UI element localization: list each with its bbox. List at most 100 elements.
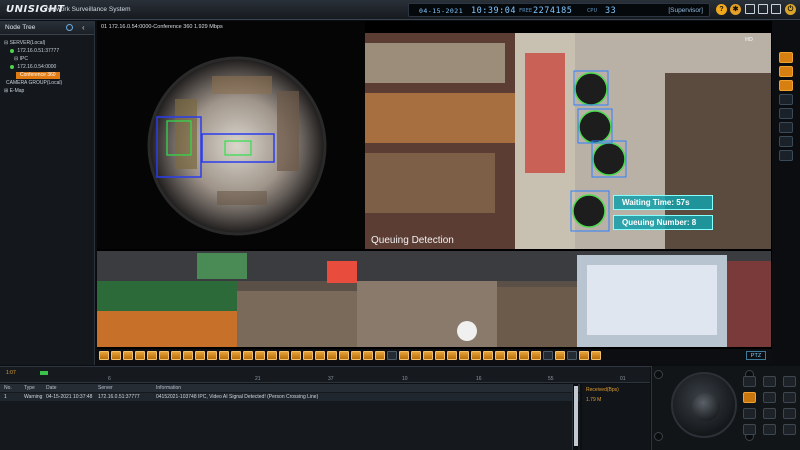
col-information[interactable]: Information xyxy=(156,385,181,391)
pb-button[interactable] xyxy=(435,351,445,360)
ptz-focus-far-button[interactable] xyxy=(763,392,776,403)
tool-button-5[interactable] xyxy=(779,108,793,119)
pb-button[interactable] xyxy=(579,351,589,360)
ptz-iris-close-button[interactable] xyxy=(763,408,776,419)
col-date[interactable]: Date xyxy=(46,385,57,391)
tree-item-conference-360[interactable]: Conference 360 xyxy=(16,72,60,79)
tree-item-camera-ip[interactable]: 172.16.0.54:0000 xyxy=(10,64,56,71)
log-scrollbar[interactable] xyxy=(572,384,578,450)
pb-button[interactable] xyxy=(447,351,457,360)
pb-button[interactable] xyxy=(423,351,433,360)
joystick-corner-button[interactable] xyxy=(654,432,663,441)
minus-icon[interactable]: ⊟ xyxy=(4,40,8,46)
pb-button[interactable] xyxy=(327,351,337,360)
tool-button-6[interactable] xyxy=(779,122,793,133)
pb-button[interactable] xyxy=(507,351,517,360)
pb-button[interactable] xyxy=(207,351,217,360)
pb-button[interactable] xyxy=(123,351,133,360)
ptz-focus-near-button[interactable] xyxy=(743,392,756,403)
pb-button[interactable] xyxy=(411,351,421,360)
pb-button[interactable] xyxy=(495,351,505,360)
tool-button-8[interactable] xyxy=(779,150,793,161)
video-tile-panorama[interactable] xyxy=(97,251,771,347)
pb-button[interactable] xyxy=(519,351,529,360)
node-tree-header: Node Tree ‹ xyxy=(0,21,94,35)
window-icon[interactable] xyxy=(771,4,781,14)
pb-button[interactable] xyxy=(231,351,241,360)
timeline[interactable]: 1:07 6 21 37 10 16 55 01 xyxy=(0,367,650,383)
help-icon[interactable]: ? xyxy=(716,4,727,15)
col-server[interactable]: Server xyxy=(98,385,113,391)
ptz-light-button[interactable] xyxy=(763,424,776,435)
minus-icon[interactable]: ⊟ xyxy=(14,56,18,62)
ptz-iris-open-button[interactable] xyxy=(743,408,756,419)
pb-button[interactable] xyxy=(375,351,385,360)
scrollbar-thumb[interactable] xyxy=(574,386,578,446)
pb-button[interactable] xyxy=(591,351,601,360)
pb-button[interactable] xyxy=(183,351,193,360)
chevron-left-icon[interactable]: ‹ xyxy=(82,23,85,32)
col-no[interactable]: No. xyxy=(4,385,12,391)
pb-button[interactable] xyxy=(531,351,541,360)
pb-button[interactable] xyxy=(135,351,145,360)
ptz-wiper-button[interactable] xyxy=(783,424,796,435)
tree-item-emap[interactable]: ⊞ E-Map xyxy=(4,88,24,95)
pb-button[interactable] xyxy=(267,351,277,360)
pb-button[interactable] xyxy=(399,351,409,360)
ptz-pattern-button[interactable] xyxy=(783,408,796,419)
pb-button[interactable] xyxy=(351,351,361,360)
ptz-aux-button[interactable] xyxy=(743,424,756,435)
pb-button[interactable] xyxy=(147,351,157,360)
pb-button[interactable] xyxy=(315,351,325,360)
gear-icon[interactable]: ✱ xyxy=(730,4,741,15)
pb-button[interactable] xyxy=(567,351,577,360)
video-tile-queuing[interactable]: HD Waiting Time: 57s Queuing Number: 8 Q… xyxy=(365,33,771,249)
ptz-zoom-in-button[interactable] xyxy=(743,376,756,387)
pb-button[interactable] xyxy=(387,351,397,360)
tool-button-1[interactable] xyxy=(779,52,793,63)
tree-item-device[interactable]: 172.16.0.51:37777 xyxy=(10,48,59,55)
node-tree-title: Node Tree xyxy=(5,24,36,31)
pb-button[interactable] xyxy=(303,351,313,360)
ptz-zoom-out-button[interactable] xyxy=(763,376,776,387)
plus-icon[interactable]: ⊞ xyxy=(4,88,8,94)
joystick-knob[interactable] xyxy=(692,393,720,421)
tool-button-7[interactable] xyxy=(779,136,793,147)
pb-button[interactable] xyxy=(255,351,265,360)
tool-button-4[interactable] xyxy=(779,94,793,105)
tool-button-2[interactable] xyxy=(779,66,793,77)
ptz-button[interactable]: PTZ xyxy=(746,351,766,360)
pb-button[interactable] xyxy=(279,351,289,360)
layout-icon[interactable] xyxy=(745,4,755,14)
tool-button-3[interactable] xyxy=(779,80,793,91)
ptz-tour-button[interactable] xyxy=(783,392,796,403)
pb-button[interactable] xyxy=(171,351,181,360)
pb-button[interactable] xyxy=(555,351,565,360)
ptz-joystick[interactable] xyxy=(671,372,737,438)
search-icon[interactable] xyxy=(66,24,73,31)
tree-item-ipc[interactable]: ⊟ IPC xyxy=(14,56,28,63)
pb-button[interactable] xyxy=(291,351,301,360)
pb-button[interactable] xyxy=(483,351,493,360)
pb-button[interactable] xyxy=(459,351,469,360)
pb-button[interactable] xyxy=(471,351,481,360)
joystick-corner-button[interactable] xyxy=(654,370,663,379)
pb-button[interactable] xyxy=(159,351,169,360)
table-row[interactable]: 1 Warning 04-15-2021 10:37:48 172.16.0.5… xyxy=(0,393,580,401)
pb-button[interactable] xyxy=(219,351,229,360)
ptz-preset-button[interactable] xyxy=(783,376,796,387)
pb-button[interactable] xyxy=(363,351,373,360)
pb-button[interactable] xyxy=(99,351,109,360)
lock-icon[interactable]: ⏻ xyxy=(785,4,796,15)
tree-item-camera-group[interactable]: CAMERA GROUP(Local) xyxy=(6,80,62,87)
pb-button[interactable] xyxy=(543,351,553,360)
col-type[interactable]: Type xyxy=(24,385,35,391)
timeline-record-block xyxy=(40,371,48,375)
pb-button[interactable] xyxy=(195,351,205,360)
pb-button[interactable] xyxy=(339,351,349,360)
tree-item-server[interactable]: ⊟ SERVER(Local) xyxy=(4,40,45,47)
video-tile-fisheye[interactable]: 01 172.16.0.54:0000-Conference 360 1.929… xyxy=(97,21,365,249)
minimize-icon[interactable] xyxy=(758,4,768,14)
pb-button[interactable] xyxy=(111,351,121,360)
pb-button[interactable] xyxy=(243,351,253,360)
